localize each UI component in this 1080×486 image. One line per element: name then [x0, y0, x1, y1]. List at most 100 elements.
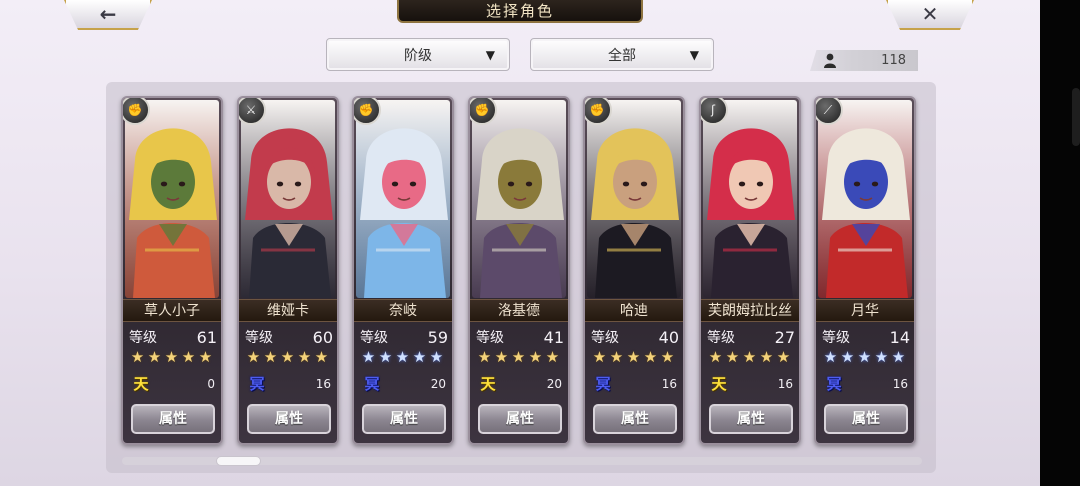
star-rating: ★ ★ ★ ★ ★ [245, 348, 335, 366]
level-value: 40 [658, 327, 679, 347]
level-value: 41 [543, 327, 564, 347]
character-card[interactable]: ✊ 草人小子 等级 61 ★ ★ ★ ★ ★ 天 0 属性 [121, 96, 223, 445]
element-count: 20 [546, 377, 562, 391]
element-row: 冥 20 [362, 374, 450, 396]
scope-filter-label: 全部 [608, 47, 636, 64]
character-card[interactable]: ⚔ 维娅卡 等级 60 ★ ★ ★ ★ ★ 冥 16 属性 [237, 96, 339, 445]
level-label: 等级 [245, 330, 273, 346]
star-icon: ★ [412, 348, 427, 366]
star-rating: ★ ★ ★ ★ ★ [129, 348, 219, 366]
attributes-button[interactable]: 属性 [362, 404, 446, 434]
level-value: 61 [196, 327, 217, 347]
level-label: 等级 [822, 330, 850, 346]
rank-filter-dropdown[interactable]: 阶级 ▼ [326, 38, 510, 71]
chevron-down-icon: ▼ [485, 48, 495, 62]
star-icon: ★ [708, 348, 723, 366]
game-screen: ← 选择角色 ✕ 阶级 ▼ 全部 ▼ 118 ✊ 草人小子 等级 61 ★ ★ … [0, 0, 1040, 486]
character-portrait [472, 100, 566, 298]
attributes-button[interactable]: 属性 [247, 404, 331, 434]
star-rating: ★ ★ ★ ★ ★ [476, 348, 566, 366]
element-count: 0 [207, 377, 215, 391]
star-icon: ★ [891, 348, 906, 366]
attributes-button[interactable]: 属性 [709, 404, 793, 434]
character-portrait [703, 100, 797, 298]
star-rating: ★ ★ ★ ★ ★ [360, 348, 450, 366]
roster-count: 118 [881, 53, 906, 68]
close-icon: ✕ [921, 2, 939, 26]
character-name: 哈迪 [585, 299, 683, 322]
element-count: 16 [661, 377, 677, 391]
attributes-button[interactable]: 属性 [593, 404, 677, 434]
star-icon: ★ [592, 348, 607, 366]
star-icon: ★ [511, 348, 526, 366]
star-icon: ★ [147, 348, 162, 366]
star-icon: ★ [378, 348, 393, 366]
level-row: 等级 59 [360, 327, 448, 347]
camera-notch [1072, 88, 1080, 146]
star-icon: ★ [494, 348, 509, 366]
scope-filter-dropdown[interactable]: 全部 ▼ [530, 38, 714, 71]
character-card[interactable]: ʃ 芙朗姆拉比丝 等级 27 ★ ★ ★ ★ ★ 天 16 属性 [699, 96, 801, 445]
level-value: 59 [427, 327, 448, 347]
character-portrait [125, 100, 219, 298]
star-icon: ★ [429, 348, 444, 366]
level-row: 等级 40 [591, 327, 679, 347]
level-label: 等级 [591, 330, 619, 346]
star-icon: ★ [643, 348, 658, 366]
level-row: 等级 14 [822, 327, 910, 347]
character-portrait [356, 100, 450, 298]
character-portrait [818, 100, 912, 298]
star-icon: ★ [626, 348, 641, 366]
level-row: 等级 41 [476, 327, 564, 347]
star-icon: ★ [725, 348, 740, 366]
element-count: 16 [777, 377, 793, 391]
element-count: 16 [892, 377, 908, 391]
scrollbar-thumb[interactable] [216, 456, 261, 466]
character-name: 奈岐 [354, 299, 452, 322]
element-row: 天 0 [131, 374, 219, 396]
attributes-button[interactable]: 属性 [131, 404, 215, 434]
star-icon: ★ [857, 348, 872, 366]
portrait-art [472, 100, 566, 298]
element-heaven-icon: 天 [133, 375, 149, 393]
star-rating: ★ ★ ★ ★ ★ [822, 348, 912, 366]
portrait-art [587, 100, 681, 298]
star-icon: ★ [823, 348, 838, 366]
star-icon: ★ [528, 348, 543, 366]
back-button[interactable]: ← [64, 0, 152, 30]
star-icon: ★ [198, 348, 213, 366]
star-icon: ★ [297, 348, 312, 366]
rank-filter-label: 阶级 [404, 47, 432, 64]
element-hades-icon: 冥 [595, 375, 611, 393]
star-icon: ★ [477, 348, 492, 366]
portrait-art [125, 100, 219, 298]
star-icon: ★ [130, 348, 145, 366]
element-row: 冥 16 [593, 374, 681, 396]
character-card[interactable]: ✊ 洛基德 等级 41 ★ ★ ★ ★ ★ 天 20 属性 [468, 96, 570, 445]
element-row: 天 16 [709, 374, 797, 396]
portrait-art [356, 100, 450, 298]
level-value: 60 [312, 327, 333, 347]
level-label: 等级 [129, 330, 157, 346]
element-heaven-icon: 天 [480, 375, 496, 393]
portrait-art [241, 100, 335, 298]
level-row: 等级 60 [245, 327, 333, 347]
character-card[interactable]: ⟋ 月华 等级 14 ★ ★ ★ ★ ★ 冥 16 属性 [814, 96, 916, 445]
character-card[interactable]: ✊ 哈迪 等级 40 ★ ★ ★ ★ ★ 冥 16 属性 [583, 96, 685, 445]
star-icon: ★ [314, 348, 329, 366]
star-icon: ★ [759, 348, 774, 366]
level-value: 27 [774, 327, 795, 347]
character-card[interactable]: ✊ 奈岐 等级 59 ★ ★ ★ ★ ★ 冥 20 属性 [352, 96, 454, 445]
star-icon: ★ [181, 348, 196, 366]
star-icon: ★ [395, 348, 410, 366]
star-icon: ★ [361, 348, 376, 366]
character-name: 草人小子 [123, 299, 221, 322]
level-row: 等级 61 [129, 327, 217, 347]
level-label: 等级 [360, 330, 388, 346]
star-icon: ★ [609, 348, 624, 366]
roster-count-badge: 118 [810, 50, 918, 71]
close-button[interactable]: ✕ [886, 0, 974, 30]
attributes-button[interactable]: 属性 [478, 404, 562, 434]
attributes-button[interactable]: 属性 [824, 404, 908, 434]
element-hades-icon: 冥 [826, 375, 842, 393]
